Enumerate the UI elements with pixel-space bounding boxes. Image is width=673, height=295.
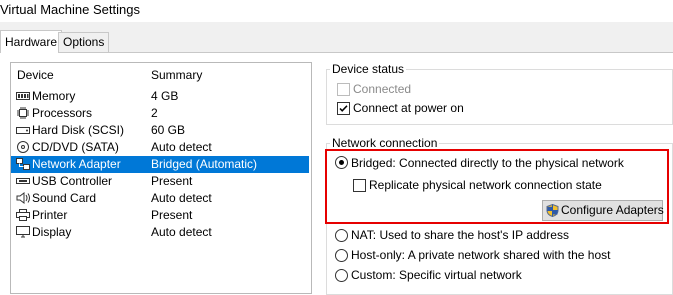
device-row-processors[interactable]: Processors 2 bbox=[11, 105, 309, 122]
bridged-label: Bridged: Connected directly to the physi… bbox=[351, 156, 624, 170]
device-summary: 2 bbox=[151, 106, 158, 120]
hard-disk-icon bbox=[16, 127, 30, 134]
device-row-memory[interactable]: Memory 4 GB bbox=[11, 88, 309, 105]
device-status-label: Device status bbox=[330, 62, 407, 76]
device-column-header[interactable]: Device bbox=[17, 68, 54, 82]
host-only-label: Host-only: A private network shared with… bbox=[351, 248, 611, 262]
device-row-sound-card[interactable]: Sound Card Auto detect bbox=[11, 190, 309, 207]
device-name: Processors bbox=[32, 106, 93, 120]
tab-hardware[interactable]: Hardware bbox=[0, 30, 63, 54]
device-summary: 4 GB bbox=[151, 89, 179, 103]
host-only-radio[interactable] bbox=[335, 249, 348, 262]
network-adapter-icon bbox=[16, 158, 30, 170]
device-row-printer[interactable]: Printer Present bbox=[11, 207, 309, 224]
device-row-usb-controller[interactable]: USB Controller Present bbox=[11, 173, 309, 190]
tab-options[interactable]: Options bbox=[58, 32, 110, 53]
device-row-hard-disk[interactable]: Hard Disk (SCSI) 60 GB bbox=[11, 122, 309, 139]
speaker-icon bbox=[16, 192, 30, 204]
device-name: Sound Card bbox=[32, 191, 97, 205]
device-row-network-adapter[interactable]: Network Adapter Bridged (Automatic) bbox=[11, 156, 309, 173]
connect-at-power-on-checkbox[interactable] bbox=[337, 102, 350, 115]
cd-dvd-icon bbox=[17, 141, 29, 153]
configure-adapters-button[interactable]: Configure Adapters bbox=[542, 200, 664, 221]
connected-label: Connected bbox=[353, 82, 412, 96]
custom-radio[interactable] bbox=[335, 269, 348, 282]
configure-adapters-label: Configure Adapters bbox=[561, 203, 664, 217]
processor-icon bbox=[17, 107, 29, 119]
device-summary: Auto detect bbox=[151, 225, 212, 239]
checkmark-icon bbox=[339, 105, 348, 112]
device-row-display[interactable]: Display Auto detect bbox=[11, 224, 309, 241]
device-name: Memory bbox=[32, 89, 76, 103]
printer-icon bbox=[16, 209, 30, 221]
device-summary: Auto detect bbox=[151, 191, 212, 205]
device-row-cd-dvd[interactable]: CD/DVD (SATA) Auto detect bbox=[11, 139, 309, 156]
display-icon bbox=[16, 226, 30, 238]
replicate-checkbox[interactable] bbox=[353, 179, 366, 192]
connect-at-power-on-label: Connect at power on bbox=[353, 101, 464, 115]
device-name: USB Controller bbox=[32, 174, 113, 188]
device-summary: Present bbox=[151, 174, 193, 188]
shield-icon bbox=[546, 204, 559, 217]
device-summary: Bridged (Automatic) bbox=[151, 157, 258, 171]
replicate-label: Replicate physical network connection st… bbox=[369, 178, 602, 192]
device-summary: 60 GB bbox=[151, 123, 186, 137]
usb-icon bbox=[16, 178, 30, 184]
nat-label: NAT: Used to share the host's IP address bbox=[351, 228, 569, 242]
nat-radio[interactable] bbox=[335, 229, 348, 242]
summary-column-header[interactable]: Summary bbox=[151, 68, 202, 82]
device-name: Hard Disk (SCSI) bbox=[32, 123, 125, 137]
custom-label: Custom: Specific virtual network bbox=[351, 268, 522, 282]
network-connection-label: Network connection bbox=[330, 136, 440, 150]
window-title: Virtual Machine Settings bbox=[0, 2, 140, 17]
device-name: CD/DVD (SATA) bbox=[32, 140, 119, 154]
device-status-group bbox=[326, 69, 673, 125]
device-name: Printer bbox=[32, 208, 68, 222]
device-name: Network Adapter bbox=[32, 157, 121, 171]
connected-checkbox[interactable] bbox=[337, 83, 350, 96]
device-name: Display bbox=[32, 225, 72, 239]
bridged-radio[interactable] bbox=[335, 156, 348, 169]
device-summary: Present bbox=[151, 208, 193, 222]
device-summary: Auto detect bbox=[151, 140, 212, 154]
memory-icon bbox=[16, 92, 30, 100]
